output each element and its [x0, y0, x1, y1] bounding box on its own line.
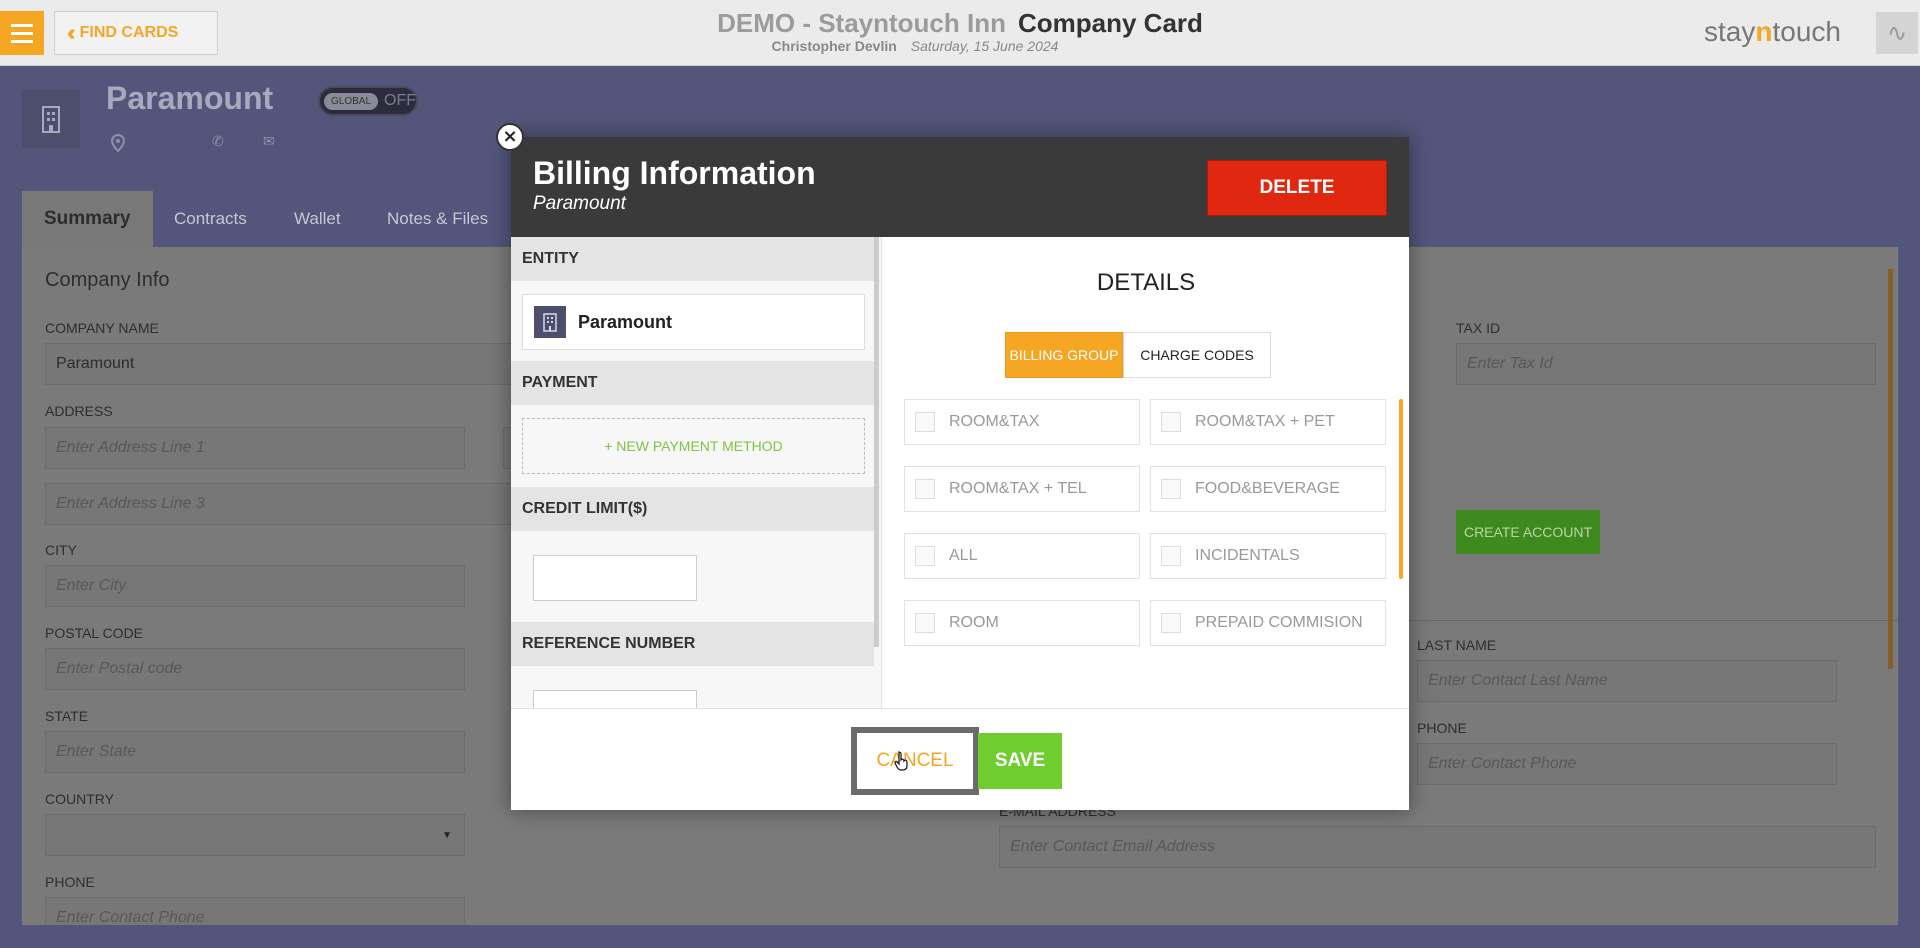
checkbox[interactable] [915, 412, 935, 432]
entity-card[interactable]: Paramount [522, 294, 865, 350]
cancel-button[interactable]: CANCEL [851, 727, 979, 795]
phone-icon[interactable]: ✆ [212, 134, 224, 150]
tab-wallet[interactable]: Wallet [272, 191, 363, 247]
billing-group-item[interactable]: ROOM&TAX + TEL [904, 466, 1140, 512]
phone-label: PHONE [45, 874, 95, 890]
reference-number-input[interactable] [533, 690, 697, 708]
billing-group-label: PREPAID COMMISION [1195, 614, 1363, 631]
page-scrollbar[interactable] [1888, 269, 1893, 669]
billing-group-item[interactable]: PREPAID COMMISION [1150, 600, 1386, 646]
billing-group-item[interactable]: ROOM [904, 600, 1140, 646]
global-knob: GLOBAL [324, 92, 379, 110]
billing-group-label: ALL [949, 547, 978, 564]
details-scrollbar[interactable] [1399, 399, 1403, 579]
billing-group-item[interactable]: ALL [904, 533, 1140, 579]
tab-contracts[interactable]: Contracts [152, 191, 269, 247]
postal-code-label: POSTAL CODE [45, 625, 144, 641]
modal-title: Billing Information [533, 155, 816, 191]
dropdown-arrow-icon: ▼ [442, 829, 452, 841]
left-panel-scrollbar[interactable] [874, 237, 879, 647]
checkbox[interactable] [915, 479, 935, 499]
credit-limit-input[interactable] [533, 555, 697, 601]
billing-group-label: ROOM [949, 614, 999, 631]
modal-subtitle: Paramount [533, 193, 626, 214]
checkbox[interactable] [1161, 546, 1181, 566]
header-subline: Christopher Devlin Saturday, 15 June 2024 [0, 38, 1830, 54]
building-icon [534, 306, 566, 338]
state-label: STATE [45, 708, 89, 724]
credit-limit-header: CREDIT LIMIT($) [511, 487, 874, 531]
top-bar: ‹‹ FIND CARDS DEMO - Stayntouch Inn Compa… [0, 0, 1920, 66]
pointer-cursor-icon [894, 751, 908, 771]
postal-code-field[interactable]: Enter Postal code [45, 648, 465, 690]
checkbox[interactable] [1161, 613, 1181, 633]
details-title: DETAILS [1096, 269, 1196, 296]
billing-group-label: ROOM&TAX + TEL [949, 480, 1087, 497]
checkbox[interactable] [915, 613, 935, 633]
page-title: DEMO - Stayntouch Inn Company Card [0, 8, 1920, 39]
page-name: Company Card [1017, 8, 1203, 38]
address-label: ADDRESS [45, 403, 113, 419]
contact-phone-field[interactable]: Enter Contact Phone [1417, 743, 1837, 785]
entity-header: ENTITY [511, 237, 874, 281]
user-name: Christopher Devlin [771, 38, 897, 54]
billing-group-item[interactable]: ROOM&TAX [904, 399, 1140, 445]
email-icon[interactable]: ✉ [263, 134, 275, 150]
company-building-icon [22, 90, 80, 148]
create-account-button[interactable]: CREATE ACCOUNT [1456, 510, 1600, 554]
billing-information-modal: Billing Information Paramount DELETE ENT… [511, 137, 1409, 810]
billing-group-label: ROOM&TAX + PET [1195, 413, 1335, 430]
last-name-label: LAST NAME [1417, 637, 1497, 653]
checkbox[interactable] [1161, 412, 1181, 432]
activity-pulse-icon[interactable]: ∿ [1876, 12, 1918, 54]
modal-header: Billing Information Paramount DELETE [511, 137, 1409, 237]
address-line1-field[interactable]: Enter Address Line 1 [45, 427, 465, 469]
location-pin-icon[interactable] [110, 133, 126, 156]
billing-group-label: FOOD&BEVERAGE [1195, 480, 1340, 497]
contact-phone-label: PHONE [1417, 720, 1467, 736]
hotel-name: DEMO - Stayntouch Inn [717, 8, 1006, 38]
billing-group-label: ROOM&TAX [949, 413, 1040, 430]
city-label: CITY [45, 542, 77, 558]
checkbox[interactable] [915, 546, 935, 566]
billing-group-item[interactable]: INCIDENTALS [1150, 533, 1386, 579]
billing-left-panel: ENTITY Paramount PAYMENT + NEW PAYMENT M… [511, 237, 881, 708]
checkbox[interactable] [1161, 479, 1181, 499]
reference-number-header: REFERENCE NUMBER [511, 622, 874, 666]
phone-field[interactable]: Enter Contact Phone [45, 897, 465, 925]
global-toggle[interactable]: GLOBAL OFF [318, 86, 418, 116]
stayntouch-logo: stayntouch [1704, 16, 1841, 47]
company-name: Paramount [106, 80, 274, 116]
business-date: Saturday, 15 June 2024 [910, 38, 1059, 54]
tab-summary[interactable]: Summary [22, 191, 153, 247]
address-line3-field[interactable]: Enter Address Line 3 [45, 483, 515, 525]
delete-button[interactable]: DELETE [1207, 160, 1387, 216]
global-state: OFF [384, 92, 417, 109]
company-name-label: COMPANY NAME [45, 320, 159, 336]
payment-header: PAYMENT [511, 361, 874, 405]
tax-id-label: TAX ID [1456, 320, 1501, 336]
modal-footer: CANCEL SAVE [511, 708, 1409, 810]
save-button[interactable]: SAVE [978, 733, 1062, 789]
company-info-title: Company Info [45, 269, 170, 291]
country-select[interactable]: ▼ [45, 814, 465, 856]
billing-details-panel: DETAILS BILLING GROUP CHARGE CODES ROOM&… [881, 237, 1409, 708]
billing-group-item[interactable]: FOOD&BEVERAGE [1150, 466, 1386, 512]
state-field[interactable]: Enter State [45, 731, 465, 773]
charge-codes-tab[interactable]: CHARGE CODES [1123, 332, 1271, 378]
country-label: COUNTRY [45, 791, 114, 807]
tax-id-field[interactable]: Enter Tax Id [1456, 343, 1876, 385]
company-name-field[interactable]: Paramount [45, 343, 515, 385]
email-field[interactable]: Enter Contact Email Address [999, 826, 1876, 868]
billing-group-label: INCIDENTALS [1195, 547, 1300, 564]
entity-name: Paramount [578, 311, 673, 332]
last-name-field[interactable]: Enter Contact Last Name [1417, 660, 1837, 702]
new-payment-method-button[interactable]: + NEW PAYMENT METHOD [522, 418, 865, 474]
billing-group-tab[interactable]: BILLING GROUP [1005, 332, 1123, 378]
tab-notes-files[interactable]: Notes & Files [365, 191, 510, 247]
city-field[interactable]: Enter City [45, 565, 465, 607]
billing-group-item[interactable]: ROOM&TAX + PET [1150, 399, 1386, 445]
close-icon[interactable]: × [496, 123, 524, 151]
